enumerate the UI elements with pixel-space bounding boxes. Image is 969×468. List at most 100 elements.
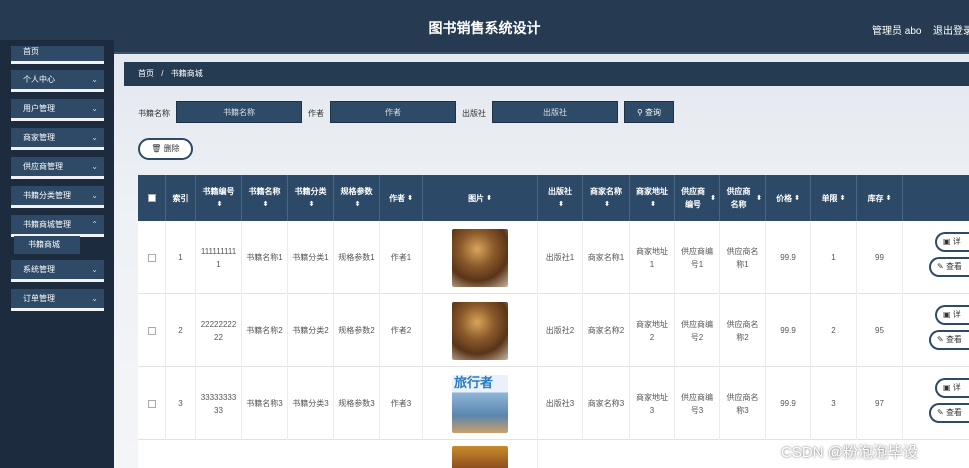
col-name[interactable]: 书籍名称 ⬍ — [242, 175, 288, 221]
cell-name: 书籍名称1 — [242, 221, 288, 294]
row-checkbox-cell[interactable] — [138, 221, 166, 294]
logout-link[interactable]: 退出登录 — [933, 22, 969, 37]
chevron-down-icon: ⌄ — [91, 294, 98, 303]
sidebar-item-merchants[interactable]: 商家管理 ⌄ — [11, 128, 104, 150]
breadcrumb-home[interactable]: 首页 — [138, 69, 154, 78]
top-header: 图书销售系统设计 管理员 abo 退出登录 — [0, 0, 969, 54]
sort-icon: ⬍ — [650, 201, 656, 208]
publisher-input[interactable]: 出版社 — [492, 101, 618, 123]
table-row: 1 1111111111 书籍名称1 书籍分类1 规格参数1 作者1 出版社1 … — [138, 221, 969, 294]
detail-label: 详 — [952, 383, 961, 392]
col-actions — [903, 175, 969, 221]
row-checkbox[interactable] — [147, 253, 156, 262]
cell-supplier-name: 供应商名称2 — [720, 294, 766, 367]
col-author[interactable]: 作者 ⬍ — [380, 175, 423, 221]
view-button[interactable]: ✎ 查看 — [929, 330, 969, 350]
sort-icon: ⬍ — [885, 194, 892, 202]
col-image[interactable]: 图片 ⬍ — [423, 175, 538, 221]
cell-category: 书籍分类1 — [288, 221, 334, 294]
cell-merchant: 商家名称2 — [583, 294, 630, 367]
sidebar-item-suppliers[interactable]: 供应商管理 ⌄ — [11, 157, 104, 179]
col-category[interactable]: 书籍分类 ⬍ — [288, 175, 334, 221]
sidebar-item-book-mall[interactable]: 书籍商城管理 ⌃ — [11, 215, 104, 237]
col-price[interactable]: 价格 ⬍ — [766, 175, 811, 221]
sidebar-item-book-categories[interactable]: 书籍分类管理 ⌄ — [11, 186, 104, 208]
table-row: 2 2222222222 书籍名称2 书籍分类2 规格参数2 作者2 出版社2 … — [138, 294, 969, 367]
sidebar-item-system[interactable]: 系统管理 ⌄ — [11, 260, 104, 282]
detail-button[interactable]: ▣ 详 — [935, 378, 969, 398]
cell-supplier-name: 供应商名称1 — [720, 221, 766, 294]
select-all-checkbox[interactable] — [147, 194, 156, 202]
sidebar-item-orders[interactable]: 订单管理 ⌄ — [11, 289, 104, 311]
magazine-cover-image[interactable]: 旅行者 — [452, 374, 508, 433]
author-label: 作者 — [308, 109, 324, 118]
col-label: 价格 — [776, 193, 793, 203]
breadcrumb-current: 书籍商城 — [170, 69, 203, 78]
sidebar-item-label: 供应商管理 — [23, 162, 63, 171]
col-address[interactable]: 商家地址 ⬍ — [630, 175, 675, 221]
sort-icon: ⬍ — [308, 201, 315, 208]
cell-name: 书籍名称2 — [242, 294, 288, 367]
cell-publisher: 出版社1 — [538, 221, 583, 294]
col-code[interactable]: 书籍编号 ⬍ — [196, 175, 242, 221]
trash-icon: 🗑 — [151, 144, 162, 153]
row-checkbox-cell[interactable] — [138, 367, 166, 440]
sort-icon: ⬍ — [558, 201, 564, 208]
sidebar-item-label: 书籍分类管理 — [23, 191, 71, 200]
cell-price: 99.9 — [766, 367, 811, 440]
select-all-checkbox-cell[interactable] — [138, 175, 166, 221]
cell-image — [423, 221, 538, 294]
col-supplier-no[interactable]: 供应商编号 ⬍ — [675, 175, 720, 221]
cell-merchant: 商家名称1 — [583, 221, 630, 294]
author-input[interactable]: 作者 — [330, 101, 456, 123]
col-spec[interactable]: 规格参数 ⬍ — [334, 175, 380, 221]
cell-stock: 99 — [857, 221, 903, 294]
cell-limit: 1 — [811, 221, 857, 294]
cell-address: 商家地址3 — [630, 367, 675, 440]
sidebar-item-label: 系统管理 — [23, 265, 55, 274]
sidebar-item-label: 用户管理 — [23, 104, 55, 113]
book-name-input[interactable]: 书籍名称 — [176, 101, 302, 123]
cell-index: 3 — [166, 367, 196, 440]
col-label: 出版社 — [548, 187, 572, 196]
col-publisher[interactable]: 出版社 ⬍ — [538, 175, 583, 221]
admin-label[interactable]: 管理员 abo — [872, 22, 921, 37]
cell-address: 商家地址1 — [630, 221, 675, 294]
row-checkbox[interactable] — [147, 326, 156, 335]
cell-merchant: 商家名称3 — [583, 367, 630, 440]
view-label: 查看 — [945, 335, 962, 344]
sidebar-item-users[interactable]: 用户管理 ⌄ — [11, 99, 104, 121]
col-label: 规格参数 — [340, 187, 373, 196]
cell-code: 2222222222 — [196, 294, 242, 367]
delete-button[interactable]: 🗑 删除 — [138, 138, 193, 160]
view-button[interactable]: ✎ 查看 — [929, 403, 969, 423]
sidebar-item-home[interactable]: 首页 — [11, 46, 104, 64]
cell-index: 1 — [166, 221, 196, 294]
detail-button[interactable]: ▣ 详 — [935, 232, 969, 252]
row-checkbox-cell[interactable] — [138, 294, 166, 367]
detail-button[interactable]: ▣ 详 — [935, 305, 969, 325]
breadcrumb: 首页 / 书籍商城 — [124, 62, 969, 86]
view-button[interactable]: ✎ 查看 — [929, 257, 969, 277]
col-merchant[interactable]: 商家名称 ⬍ — [583, 175, 630, 221]
sort-icon: ⬍ — [354, 201, 361, 208]
sidebar-item-profile[interactable]: 个人中心 ⌄ — [11, 70, 104, 92]
chevron-down-icon: ⌄ — [91, 191, 98, 200]
sidebar-subitem-book-mall[interactable]: 书籍商城 — [14, 236, 80, 254]
col-label: 图片 — [468, 193, 485, 203]
sidebar: 首页 个人中心 ⌄ 用户管理 ⌄ 商家管理 ⌄ 供应商管理 ⌄ 书籍分类管理 ⌄ 书籍商城… — [0, 40, 114, 468]
col-label: 书籍分类 — [294, 187, 327, 196]
search-icon: ⚲ — [636, 108, 643, 117]
row-checkbox[interactable] — [147, 399, 156, 408]
col-stock[interactable]: 库存 ⬍ — [857, 175, 903, 221]
cover-image[interactable] — [452, 446, 508, 468]
chevron-down-icon: ⌄ — [91, 265, 98, 274]
col-limit[interactable]: 单限 ⬍ — [811, 175, 857, 221]
search-button[interactable]: ⚲ 查询 — [624, 101, 674, 123]
col-supplier-name[interactable]: 供应商名称 ⬍ — [720, 175, 766, 221]
book-cover-image[interactable] — [452, 301, 508, 360]
col-label: 商家名称 — [590, 187, 622, 196]
cell-code: 3333333333 — [196, 367, 242, 440]
book-cover-image[interactable] — [452, 228, 508, 287]
cell-supplier-no: 供应商编号3 — [675, 367, 720, 440]
